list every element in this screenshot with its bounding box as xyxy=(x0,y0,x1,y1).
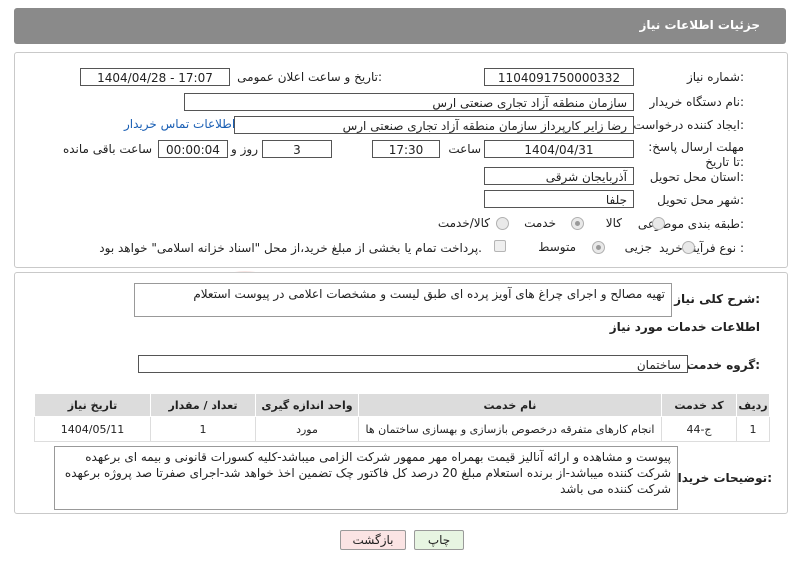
city-label: شهر محل تحویل: xyxy=(657,193,744,207)
buyer-notes-textarea[interactable]: پیوست و مشاهده و ارائه آنالیز قیمت بهمرا… xyxy=(54,446,678,510)
category-radio-service[interactable] xyxy=(571,217,584,230)
col-service-code: کد خدمت xyxy=(661,393,737,417)
buyer-contact-link[interactable]: اطلاعات تماس خریدار xyxy=(124,117,235,131)
col-service-name: نام خدمت xyxy=(358,393,662,417)
cell-service-code: ج-44 xyxy=(661,416,737,442)
need-number-label: شماره نیاز: xyxy=(686,70,744,84)
process-radio-minor[interactable] xyxy=(682,241,695,254)
category-radio-goods-service[interactable] xyxy=(496,217,509,230)
announce-date-field[interactable]: 1404/04/28 - 17:07 xyxy=(80,68,230,86)
cell-service-name: انجام کارهای متفرقه درخصوص بازسازی و بهس… xyxy=(358,416,662,442)
cell-quantity: 1 xyxy=(150,416,256,442)
buyer-notes-text: پیوست و مشاهده و ارائه آنالیز قیمت بهمرا… xyxy=(64,450,671,496)
summary-label: شرح کلی نیاز: xyxy=(674,292,760,306)
services-table: ردیف کد خدمت نام خدمت واحد اندازه گیری ت… xyxy=(34,393,770,442)
cell-unit: مورد xyxy=(255,416,359,442)
deadline-time-label: ساعت xyxy=(448,142,481,156)
province-field[interactable]: آذربایجان شرقی xyxy=(484,167,634,185)
need-number-field[interactable]: 1104091750000332 xyxy=(484,68,634,86)
category-option-service: خدمت xyxy=(524,216,556,230)
page-header: جزئیات اطلاعات نیاز xyxy=(14,8,786,44)
category-option-goods-service: کالا/خدمت xyxy=(437,216,490,230)
service-group-field[interactable]: ساختمان xyxy=(138,355,688,373)
treasury-payment-checkbox[interactable] xyxy=(494,240,506,252)
days-field[interactable]: 3 xyxy=(262,140,332,158)
process-radio-medium[interactable] xyxy=(592,241,605,254)
summary-text: تهیه مصالح و اجرای چراغ های آویز پرده ای… xyxy=(193,287,665,301)
deadline-date-field[interactable]: 1404/04/31 xyxy=(484,140,634,158)
services-section-title: اطلاعات خدمات مورد نیاز xyxy=(609,320,760,334)
treasury-payment-text: پرداخت تمام یا بخشی از مبلغ خرید،از محل … xyxy=(99,241,482,255)
col-row-number: ردیف xyxy=(736,393,770,417)
days-label: روز و xyxy=(231,142,258,156)
col-unit: واحد اندازه گیری xyxy=(255,393,359,417)
process-option-medium: متوسط xyxy=(538,240,576,254)
category-option-goods: کالا xyxy=(605,216,622,230)
province-label: استان محل تحویل: xyxy=(649,170,744,184)
creator-label: ایجاد کننده درخواست: xyxy=(633,118,744,132)
cell-need-date: 1404/05/11 xyxy=(34,416,151,442)
deadline-time-field[interactable]: 17:30 xyxy=(372,140,440,158)
summary-textarea[interactable]: تهیه مصالح و اجرای چراغ های آویز پرده ای… xyxy=(134,283,672,317)
category-radio-goods[interactable] xyxy=(652,217,665,230)
back-button[interactable]: بازگشت xyxy=(340,530,406,550)
city-field[interactable]: جلفا xyxy=(484,190,634,208)
buyer-org-field[interactable]: سازمان منطقه آزاد تجاری صنعتی ارس xyxy=(184,93,634,111)
table-row[interactable]: 1 ج-44 انجام کارهای متفرقه درخصوص بازساز… xyxy=(34,416,770,442)
print-button[interactable]: چاپ xyxy=(414,530,464,550)
process-option-minor: جزیی xyxy=(624,240,652,254)
remaining-time-field[interactable]: 00:00:04 xyxy=(158,140,228,158)
remaining-time-label: ساعت باقی مانده xyxy=(62,142,152,156)
announce-date-label: تاریخ و ساعت اعلان عمومی: xyxy=(237,70,382,84)
deadline-label-text: مهلت ارسال پاسخ: تا تاریخ: xyxy=(648,140,744,169)
service-group-label: گروه خدمت: xyxy=(686,358,760,372)
creator-field[interactable]: رضا زایر کارپرداز سازمان منطقه آزاد تجار… xyxy=(234,116,634,134)
process-label: نوع فرآیند خرید : xyxy=(659,241,744,255)
page-title: جزئیات اطلاعات نیاز xyxy=(639,18,760,32)
cell-row-number: 1 xyxy=(736,416,770,442)
deadline-label: مهلت ارسال پاسخ: تا تاریخ: xyxy=(644,140,744,170)
col-need-date: تاریخ نیاز xyxy=(34,393,151,417)
buyer-notes-label: توضیحات خریدار: xyxy=(670,471,772,485)
buyer-org-label: نام دستگاه خریدار: xyxy=(649,95,745,109)
col-quantity: تعداد / مقدار xyxy=(150,393,256,417)
table-header-row: ردیف کد خدمت نام خدمت واحد اندازه گیری ت… xyxy=(34,393,770,417)
